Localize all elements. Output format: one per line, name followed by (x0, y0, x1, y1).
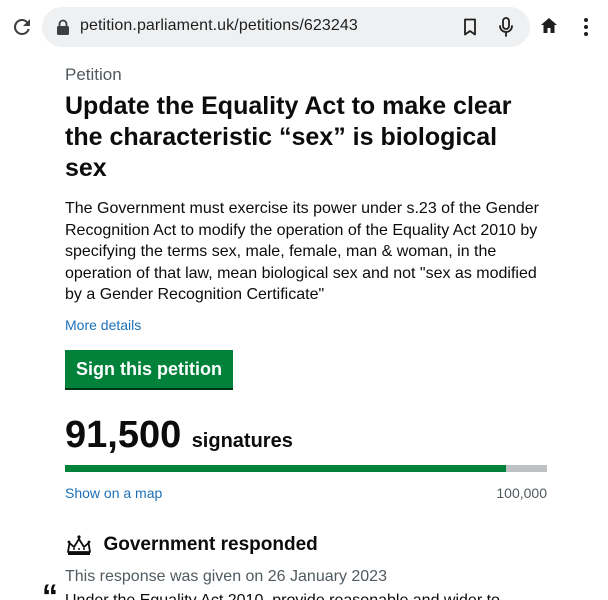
signature-count-number: 91,500 (65, 414, 182, 456)
petition-title: Update the Equality Act to make clear th… (65, 92, 512, 182)
quote-mark: “ (42, 578, 58, 600)
address-bar[interactable]: petition.parliament.uk/petitions/623243 (42, 7, 530, 47)
more-details-link[interactable]: More details (65, 317, 141, 333)
response-date: This response was given on 26 January 20… (65, 568, 387, 585)
signature-count: 91,500 signatures (65, 414, 293, 457)
signature-progress-fill (65, 465, 506, 472)
response-quote: Under the Equality Act 2010, provide rea… (65, 592, 500, 600)
more-vertical-icon[interactable] (578, 15, 594, 39)
browser-toolbar: petition.parliament.uk/petitions/623243 (0, 0, 608, 54)
show-on-map-link[interactable]: Show on a map (65, 485, 162, 501)
signature-progress-bar (65, 465, 547, 472)
microphone-icon[interactable] (496, 16, 516, 38)
reload-icon[interactable] (10, 15, 34, 39)
url-text: petition.parliament.uk/petitions/623243 (80, 17, 358, 34)
government-response-heading: Government responded (65, 534, 318, 556)
government-responded-label: Government responded (103, 534, 318, 555)
crown-icon (67, 535, 91, 555)
home-icon[interactable] (538, 15, 560, 37)
lock-icon (57, 19, 69, 35)
petition-eyebrow: Petition (65, 65, 122, 84)
signature-goal: 100,000 (496, 485, 547, 501)
sign-petition-button[interactable]: Sign this petition (65, 350, 233, 388)
signature-count-label: signatures (191, 430, 293, 452)
petition-description: The Government must exercise its power u… (65, 200, 540, 304)
bookmark-icon[interactable] (460, 17, 480, 37)
